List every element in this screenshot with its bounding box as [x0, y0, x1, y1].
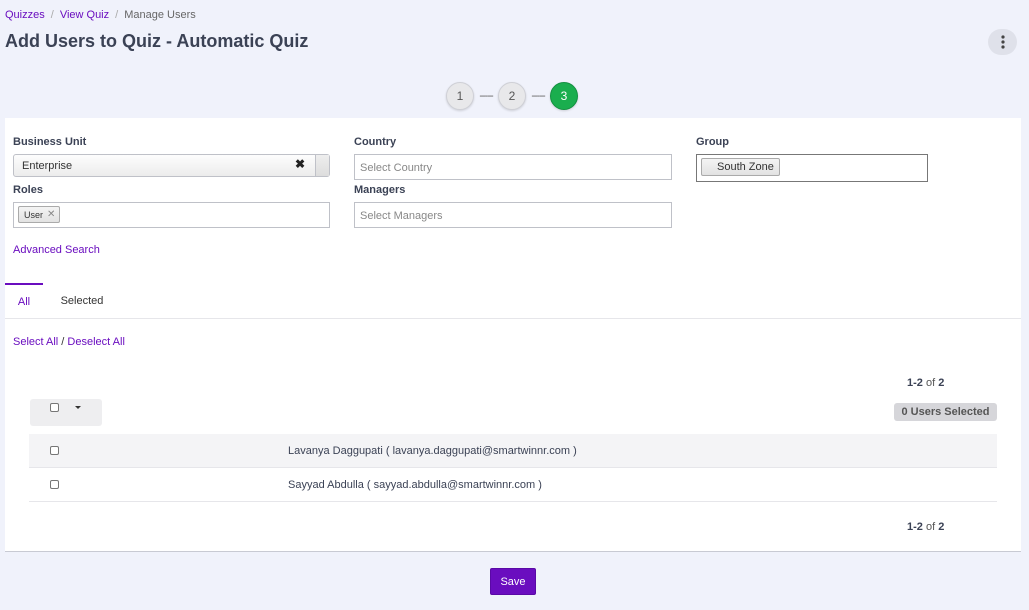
pagination-bottom: 1-2 of 2: [907, 521, 944, 533]
step-3-active[interactable]: 3: [550, 82, 578, 110]
table-row[interactable]: Sayyad Abdulla ( sayyad.abdulla@smartwin…: [29, 468, 997, 502]
step-2[interactable]: 2: [498, 82, 526, 110]
breadcrumb-current: Manage Users: [124, 9, 196, 21]
select-links: Select All / Deselect All: [13, 336, 125, 348]
pagination-range: 1-2: [907, 521, 923, 533]
breadcrumb-view-quiz-link[interactable]: View Quiz: [60, 9, 109, 21]
managers-label: Managers: [354, 184, 406, 196]
pagination-total: 2: [938, 521, 945, 533]
pagination-total: 2: [938, 377, 945, 389]
dropdown-arrow[interactable]: [315, 155, 329, 176]
breadcrumb-separator: /: [115, 9, 119, 21]
user-table: Lavanya Daggupati ( lavanya.daggupati@sm…: [29, 434, 997, 502]
country-label: Country: [354, 136, 397, 148]
selected-count-badge: 0 Users Selected: [894, 403, 997, 421]
tab-selected[interactable]: Selected: [55, 283, 109, 319]
business-unit-value: Enterprise: [22, 160, 73, 172]
group-label: Group: [696, 136, 729, 148]
pagination-of: of: [925, 521, 936, 533]
role-tag-label: User: [24, 209, 44, 220]
pagination-of: of: [925, 377, 936, 389]
more-options-button[interactable]: [988, 29, 1017, 55]
country-select[interactable]: Select Country: [354, 154, 672, 180]
step-connector: -----: [531, 90, 545, 102]
user-label: Sayyad Abdulla ( sayyad.abdulla@smartwin…: [288, 479, 542, 491]
bulk-select-dropdown[interactable]: [30, 399, 102, 426]
breadcrumb-quizzes-link[interactable]: Quizzes: [5, 9, 45, 21]
breadcrumb-separator: /: [50, 9, 54, 21]
step-connector: -----: [479, 90, 493, 102]
country-placeholder: Select Country: [360, 162, 433, 174]
wizard-stepper: 1 ----- 2 ----- 3: [446, 82, 578, 110]
caret-down-icon[interactable]: [75, 406, 81, 409]
group-tag[interactable]: South Zone: [701, 158, 780, 176]
roles-label: Roles: [13, 184, 43, 196]
page-title: Add Users to Quiz - Automatic Quiz: [5, 31, 309, 51]
row-checkbox[interactable]: [50, 480, 59, 489]
kebab-menu-icon: [1000, 35, 1005, 49]
step-1[interactable]: 1: [446, 82, 474, 110]
business-unit-select[interactable]: Enterprise ✖: [13, 154, 330, 177]
pagination-range: 1-2: [907, 377, 923, 389]
group-select[interactable]: South Zone: [696, 154, 928, 182]
tab-all[interactable]: All: [5, 283, 43, 319]
advanced-search-link[interactable]: Advanced Search: [13, 244, 100, 256]
managers-select[interactable]: Select Managers: [354, 202, 672, 228]
remove-icon[interactable]: ✕: [47, 209, 55, 220]
table-row[interactable]: Lavanya Daggupati ( lavanya.daggupati@sm…: [29, 434, 997, 468]
save-button[interactable]: Save: [490, 568, 536, 595]
select-all-link[interactable]: Select All: [13, 336, 58, 348]
pagination-top: 1-2 of 2: [907, 377, 944, 389]
group-tag-label: South Zone: [717, 161, 774, 173]
deselect-all-link[interactable]: Deselect All: [67, 336, 124, 348]
managers-placeholder: Select Managers: [360, 210, 443, 222]
select-all-checkbox[interactable]: [50, 403, 59, 412]
breadcrumb: Quizzes / View Quiz / Manage Users: [5, 9, 196, 21]
clear-icon[interactable]: ✖: [295, 157, 305, 171]
user-tabs: All Selected: [5, 283, 1021, 319]
row-checkbox[interactable]: [50, 446, 59, 455]
user-label: Lavanya Daggupati ( lavanya.daggupati@sm…: [288, 445, 577, 457]
filter-panel: Business Unit Enterprise ✖ Country Selec…: [5, 118, 1021, 552]
roles-select[interactable]: User ✕: [13, 202, 330, 228]
business-unit-label: Business Unit: [13, 136, 87, 148]
role-tag[interactable]: User ✕: [18, 206, 61, 223]
